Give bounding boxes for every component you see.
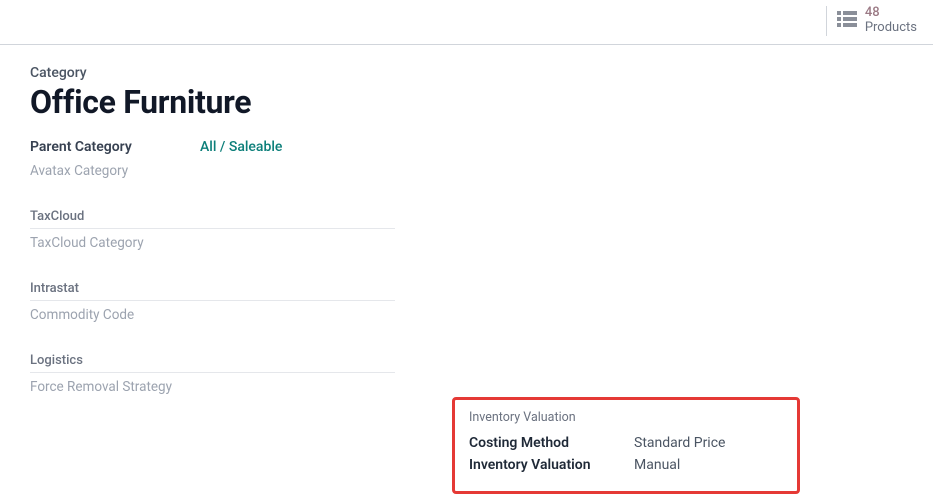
logistics-section-header: Logistics	[30, 353, 395, 373]
costing-method-value[interactable]: Standard Price	[634, 435, 725, 451]
costing-method-label: Costing Method	[469, 435, 634, 451]
force-removal-label[interactable]: Force Removal Strategy	[30, 375, 200, 399]
products-stat-button[interactable]: 48 Products	[837, 6, 917, 36]
divider	[826, 6, 827, 36]
page-title: Office Furniture	[30, 83, 905, 121]
avatax-category-label[interactable]: Avatax Category	[30, 159, 200, 183]
inventory-valuation-box: Inventory Valuation Costing Method Stand…	[452, 397, 800, 494]
commodity-code-row: Commodity Code	[30, 303, 905, 327]
inventory-valuation-row: Inventory Valuation Manual	[469, 457, 783, 473]
parent-category-link[interactable]: All / Saleable	[200, 139, 282, 155]
intrastat-section-header: Intrastat	[30, 281, 395, 301]
force-removal-row: Force Removal Strategy	[30, 375, 905, 399]
inventory-valuation-value[interactable]: Manual	[634, 457, 680, 473]
costing-method-row: Costing Method Standard Price	[469, 435, 783, 451]
taxcloud-section-header: TaxCloud	[30, 209, 395, 229]
inventory-valuation-header: Inventory Valuation	[469, 410, 783, 425]
commodity-code-label[interactable]: Commodity Code	[30, 303, 200, 327]
taxcloud-category-label[interactable]: TaxCloud Category	[30, 231, 200, 255]
taxcloud-category-row: TaxCloud Category	[30, 231, 905, 255]
list-icon	[837, 10, 857, 32]
parent-category-label: Parent Category	[30, 139, 200, 155]
products-count: 48	[865, 6, 917, 21]
main-content: Category Office Furniture Parent Categor…	[0, 45, 933, 423]
parent-category-row: Parent Category All / Saleable	[30, 139, 905, 155]
inventory-valuation-label: Inventory Valuation	[469, 457, 634, 473]
category-label: Category	[30, 65, 905, 81]
stat-text: 48 Products	[865, 6, 917, 36]
avatax-category-row: Avatax Category	[30, 159, 905, 183]
top-bar: 48 Products	[0, 0, 933, 45]
products-label: Products	[865, 21, 917, 36]
